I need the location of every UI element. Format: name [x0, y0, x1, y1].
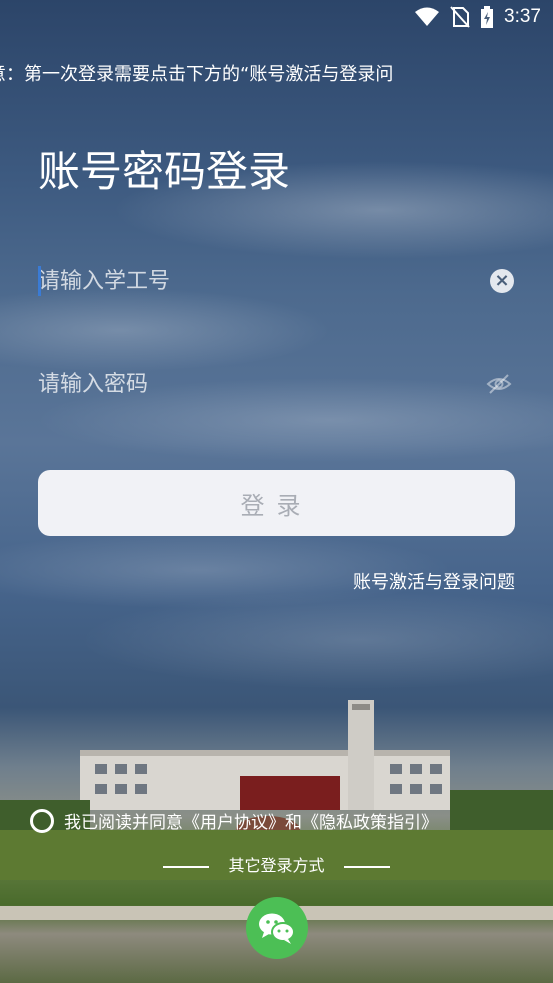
user-agreement-link[interactable]: 《用户协议》	[183, 808, 285, 833]
eye-off-icon[interactable]	[486, 371, 512, 397]
battery-icon	[481, 6, 494, 28]
agreement-row: 我已阅读并同意 《用户协议》 和 《隐私政策指引》	[30, 808, 438, 833]
status-time: 3:37	[504, 6, 541, 27]
agreement-prefix: 我已阅读并同意	[64, 813, 183, 833]
clear-icon[interactable]: ×	[490, 269, 514, 293]
notice-text: 意：第一次登录需要点击下方的“账号激活与登录问	[0, 64, 394, 85]
text-caret	[38, 266, 41, 296]
divider-line-left	[163, 865, 210, 868]
other-login-label: 其它登录方式	[228, 856, 325, 875]
login-button[interactable]: 登录	[38, 470, 515, 536]
account-input[interactable]	[38, 256, 516, 306]
other-login-divider: 其它登录方式	[0, 852, 553, 876]
divider-line-right	[343, 865, 390, 868]
wechat-icon	[259, 913, 295, 944]
wifi-icon	[415, 7, 440, 26]
no-sim-icon	[450, 6, 470, 28]
agreement-and: 和	[285, 813, 302, 833]
password-input[interactable]	[38, 359, 516, 409]
status-bar: 3:37	[0, 0, 553, 36]
campus-building-image	[0, 700, 553, 920]
page-title: 账号密码登录	[38, 147, 291, 196]
notice-marquee: 意：第一次登录需要点击下方的“账号激活与登录问	[0, 60, 510, 86]
password-field[interactable]	[38, 359, 516, 409]
wechat-login-button[interactable]	[246, 897, 308, 959]
account-help-link[interactable]: 账号激活与登录问题	[353, 568, 515, 594]
agreement-checkbox[interactable]	[30, 808, 54, 833]
privacy-policy-link[interactable]: 《隐私政策指引》	[302, 808, 438, 833]
account-field[interactable]: ×	[38, 256, 516, 306]
